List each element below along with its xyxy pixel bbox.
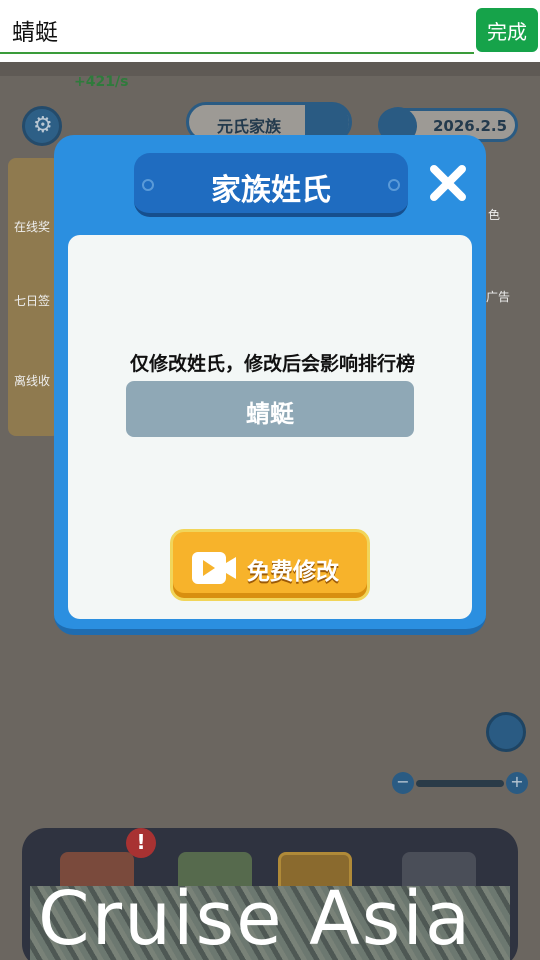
dialog-body: 仅修改姓氏，修改后会影响排行榜 蜻蜓 免费修改: [68, 235, 472, 619]
surname-value: 蜻蜓: [246, 400, 294, 428]
income-rate: +421/s: [74, 74, 129, 90]
free-modify-label: 免费修改: [247, 559, 339, 585]
name-input-value: 蜻蜓: [12, 20, 58, 46]
free-modify-button[interactable]: 免费修改: [170, 529, 370, 601]
zoom-slider[interactable]: − +: [392, 772, 528, 796]
zoom-in-icon[interactable]: +: [506, 772, 528, 794]
gear-icon: ⚙: [33, 113, 53, 138]
settings-button[interactable]: ⚙: [22, 106, 62, 146]
done-button[interactable]: 完成: [476, 8, 538, 52]
ad-text: Cruise Asia: [38, 886, 473, 960]
notification-badge: !: [126, 828, 156, 858]
dialog-title: 家族姓氏: [211, 173, 331, 208]
family-name-label: 元氏家族: [217, 117, 282, 136]
close-button[interactable]: [426, 161, 470, 205]
dialog-title-bar: 家族姓氏: [134, 153, 408, 217]
dialog-hint: 仅修改姓氏，修改后会影响排行榜: [130, 353, 416, 375]
ad-banner[interactable]: Cruise Asia: [30, 886, 510, 960]
video-icon: [192, 552, 236, 584]
offline-income-label[interactable]: 离线收: [14, 372, 50, 389]
name-input[interactable]: 蜻蜓: [0, 0, 474, 54]
close-icon: [430, 165, 466, 201]
left-feature-panel: 在线奖 七日签 离线收: [8, 158, 60, 436]
zoom-track[interactable]: [416, 780, 504, 787]
title-decoration-right: [388, 179, 400, 191]
online-reward-label[interactable]: 在线奖: [14, 218, 50, 235]
seven-day-signin-label[interactable]: 七日签: [14, 292, 50, 309]
family-surname-dialog: 家族姓氏 仅修改姓氏，修改后会影响排行榜 蜻蜓 免费修改: [54, 135, 486, 635]
right-item-label-2[interactable]: 广告: [486, 288, 510, 305]
surname-field[interactable]: 蜻蜓: [126, 381, 414, 437]
game-date: 2026.2.5: [433, 117, 508, 135]
text-input-bar: 蜻蜓 完成: [0, 0, 540, 62]
location-pin-button[interactable]: [486, 712, 526, 752]
zoom-out-icon[interactable]: −: [392, 772, 414, 794]
right-item-label-1[interactable]: 色: [488, 206, 500, 223]
